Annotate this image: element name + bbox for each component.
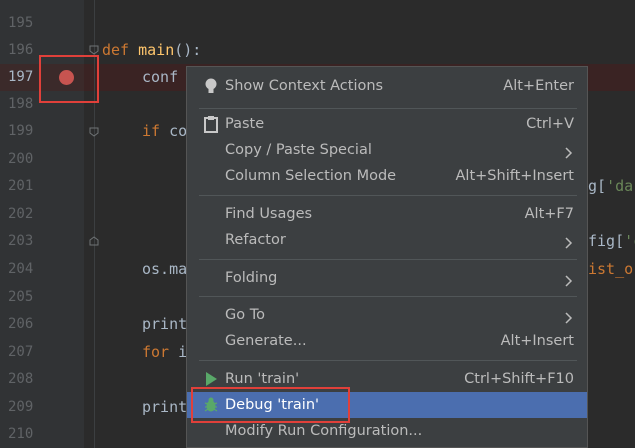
fold-marker-icon[interactable] [89,45,99,55]
menu-item-shortcut: Ctrl+V [526,116,574,132]
breakpoint-annotation-box [39,55,99,103]
code-line-209: print [142,398,188,416]
clipboard-icon [203,115,219,133]
menu-item-paste[interactable]: Paste Ctrl+V [187,111,587,137]
fold-marker-icon[interactable] [89,127,99,137]
menu-item-label: Find Usages [225,206,313,222]
run-icon [203,370,219,388]
menu-item-folding[interactable]: Folding [187,265,587,291]
menu-item-shortcut: Alt+Insert [500,333,574,349]
code-line-206: print [142,315,188,333]
line-number: 206 [8,316,34,332]
code-line-207: for i [142,339,187,366]
line-number: 202 [8,206,34,222]
line-number: 203 [8,233,34,249]
function-name: main [138,41,175,59]
code-punctuation: (): [174,41,202,59]
keyword-for: for [142,343,179,361]
submenu-arrow-icon [563,144,573,159]
menu-item-label: Column Selection Mode [225,168,397,184]
code-line-203-tail: fig['c [588,228,635,255]
line-number: 195 [8,15,34,31]
line-number: 207 [8,344,34,360]
menu-item-find-usages[interactable]: Find Usages Alt+F7 [187,201,587,227]
menu-item-label: Go To [225,307,265,323]
code-line-204-tail: ist_o [588,260,634,278]
code-text: g[ [588,177,607,195]
menu-item-go-to[interactable]: Go To [187,302,587,328]
menu-item-label: Generate... [225,333,307,349]
line-number: 205 [8,289,34,305]
menu-item-label: Paste [225,116,265,132]
code-line-199: if co [142,118,187,145]
menu-item-label: Show Context Actions [225,78,384,94]
menu-item-shortcut: Ctrl+Shift+F10 [464,371,574,387]
menu-item-label: Folding [225,270,278,286]
submenu-arrow-icon [563,272,573,287]
menu-item-label: Refactor [225,232,286,248]
menu-item-shortcut: Alt+Shift+Insert [455,168,574,184]
code-string: 'da [606,177,634,195]
line-number: 209 [8,399,34,415]
line-number: 204 [8,261,34,277]
line-number: 200 [8,151,34,167]
menu-item-shortcut: Alt+Enter [503,78,574,94]
menu-item-label: Copy / Paste Special [225,142,372,158]
line-number: 208 [8,371,34,387]
menu-separator [199,195,577,196]
fold-end-marker-icon[interactable] [89,236,99,246]
line-number: 210 [8,426,34,442]
submenu-arrow-icon [563,309,573,324]
lightbulb-icon [203,77,219,95]
menu-item-show-context-actions[interactable]: Show Context Actions Alt+Enter [187,73,587,99]
keyword-if: if [142,122,170,140]
code-text: co [169,122,188,140]
code-text: fig[ [588,232,625,250]
menu-separator [199,259,577,260]
code-line-204: os.ma [142,260,188,278]
debug-annotation-box [191,387,350,423]
line-number: 201 [8,178,34,194]
menu-separator [199,108,577,109]
code-line-197: conf [142,68,179,86]
code-line-196: def main(): [102,37,201,64]
submenu-arrow-icon [563,234,573,249]
code-line-201-tail: g['da [588,173,633,200]
line-number: 199 [8,123,34,139]
menu-separator [199,360,577,361]
code-string: 'c [624,232,635,250]
menu-item-copy-paste-special[interactable]: Copy / Paste Special [187,137,587,163]
menu-item-refactor[interactable]: Refactor [187,227,587,253]
menu-item-column-selection-mode[interactable]: Column Selection Mode Alt+Shift+Insert [187,163,587,189]
menu-separator [199,296,577,297]
keyword-def: def [102,41,139,59]
menu-item-generate[interactable]: Generate... Alt+Insert [187,328,587,354]
menu-item-shortcut: Alt+F7 [524,206,574,222]
